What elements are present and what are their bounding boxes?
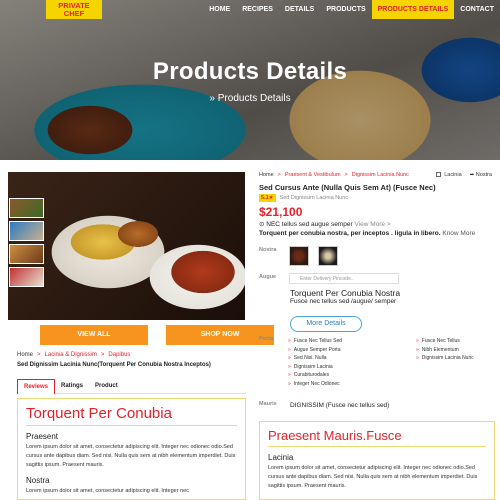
crumb-home[interactable]: Home bbox=[259, 172, 274, 178]
nav-products-details[interactable]: PRODUCTS DETAILS bbox=[371, 0, 455, 19]
nav-recipes[interactable]: RECIPES bbox=[236, 0, 279, 19]
thumbnail-3[interactable] bbox=[9, 244, 44, 264]
nav-links: HOME RECIPES DETAILS PRODUCTS PRODUCTS D… bbox=[203, 0, 500, 19]
thumbnail-1[interactable] bbox=[9, 198, 44, 218]
tab-reviews[interactable]: Reviews bbox=[17, 378, 56, 394]
crumb-separator: > bbox=[277, 172, 281, 178]
tagline-text: Torquent per conubia nostra, per incepto… bbox=[259, 230, 441, 237]
product-description: Fusce nec tellus sed /augue/ semper bbox=[290, 298, 397, 305]
details-subheading: Lacinia bbox=[268, 453, 294, 462]
features-list-1: » Fusce Nec Tellus Sed » Augue Semper Port… bbox=[288, 337, 342, 388]
nostra-share[interactable]: ➦ Nostra bbox=[470, 172, 492, 178]
nav-contact[interactable]: CONTACT bbox=[454, 0, 500, 19]
mauris-label: Mauris bbox=[259, 401, 277, 407]
crumb-home[interactable]: Home bbox=[17, 352, 33, 358]
feature-item: » Fusce Nec Tellus bbox=[416, 338, 460, 344]
product-title: Sed Cursus Ante (Nulla Quis Sem At) (Fus… bbox=[259, 183, 436, 192]
feature-item: » Augue Semper Porta bbox=[288, 346, 341, 353]
review-text-1: Lorem ipsum dolor sit amet, consectetur … bbox=[26, 444, 236, 468]
nostra-label: Nostra bbox=[475, 172, 492, 178]
nav-home[interactable]: HOME bbox=[203, 0, 236, 19]
shop-now-button[interactable]: SHOP NOW bbox=[166, 325, 274, 345]
feature-item: » Fusce Nec Tellus Sed bbox=[288, 338, 343, 344]
thumbnail-2[interactable] bbox=[9, 221, 44, 241]
feature-item: » Integer Nec Odionec bbox=[288, 380, 340, 387]
checkbox-icon bbox=[436, 172, 442, 178]
option-swatch-1[interactable] bbox=[289, 246, 309, 266]
product-price: $21,100 bbox=[259, 205, 303, 219]
review-heading: Torquent Per Conubia bbox=[26, 405, 237, 426]
thumbnail-list bbox=[9, 198, 47, 290]
logo-line2: CHEF bbox=[63, 8, 85, 18]
crumb-lacinia[interactable]: Lacinia & Dignissim bbox=[45, 352, 97, 358]
review-subheading-2: Nostra bbox=[26, 476, 50, 485]
hero-banner: Products Details » Products Details bbox=[0, 0, 500, 160]
features-list-2: » Fusce Nec Tellus » Nibh Elementum » Digni… bbox=[416, 337, 474, 363]
thumbnail-4[interactable] bbox=[9, 267, 44, 287]
left-breadcrumb: Home > Lacinia & Dignissim > Dapibus bbox=[17, 352, 130, 358]
view-all-button[interactable]: VIEW ALL bbox=[40, 325, 148, 345]
crumb-dapibus[interactable]: Dapibus bbox=[108, 352, 130, 358]
product-meta-actions: Lacinia ➦ Nostra bbox=[436, 172, 492, 178]
rating-label: Sed Dignissim Lacinia Nunc bbox=[279, 195, 349, 201]
feature-item: » Curabiturodales bbox=[288, 372, 330, 378]
review-card: Torquent Per Conubia Praesent Lorem ipsu… bbox=[17, 398, 246, 500]
tab-product[interactable]: Product bbox=[89, 379, 124, 394]
feature-item: » Dignissim Lacinia Nunc bbox=[416, 355, 474, 361]
crumb-separator: > bbox=[344, 172, 348, 178]
tab-ratings[interactable]: Ratings bbox=[55, 379, 89, 394]
rating-row: 5.1★ Sed Dignissim Lacinia Nunc bbox=[259, 194, 349, 202]
hero-title: Products Details bbox=[152, 58, 348, 85]
action-buttons: VIEW ALL SHOP NOW bbox=[40, 325, 274, 345]
right-breadcrumb: Home > Praesent & Vestibulum > Dignissim Lac… bbox=[259, 172, 409, 178]
details-text: Lorem ipsum dolor sit amet, consectetur … bbox=[268, 465, 478, 489]
feature-item: » Nibh Elementum bbox=[416, 346, 459, 353]
info-row: ⊙ NEC tellus sed augue semper View More … bbox=[259, 220, 391, 228]
rating-badge: 5.1★ bbox=[259, 194, 276, 202]
crumb-dignissim[interactable]: Dignissim Lacinia Nunc bbox=[352, 172, 409, 178]
option-swatch-2[interactable] bbox=[318, 246, 338, 266]
hero-breadcrumb: » Products Details bbox=[209, 93, 291, 104]
crumb-separator: > bbox=[37, 352, 41, 358]
details-card: Praesent Mauris.Fusce Lacinia Lorem ipsu… bbox=[259, 421, 495, 500]
mauris-text: DIGNISSIM (Fusce nec tellus sed) bbox=[290, 402, 390, 409]
crumb-praesent[interactable]: Praesent & Vestibulum bbox=[285, 172, 341, 178]
lacinia-toggle[interactable]: Lacinia bbox=[436, 172, 462, 178]
review-subheading-1: Praesent bbox=[26, 432, 59, 441]
tagline-row: Torquent per conubia nostra, per incepto… bbox=[259, 230, 475, 237]
page: Products Details » Products Details PRIV… bbox=[0, 0, 500, 500]
porta-label: Porta bbox=[259, 336, 274, 342]
nostra-label: Nostra bbox=[259, 247, 277, 253]
feature-item: » Dignissim Lacinia bbox=[288, 363, 333, 370]
crumb-separator: > bbox=[100, 352, 105, 358]
top-nav: PRIVATE CHEF HOME RECIPES DETAILS PRODUC… bbox=[0, 0, 500, 19]
lacinia-label: Lacinia bbox=[444, 172, 462, 178]
pincode-input[interactable]: Enter Delivery Pincode.. bbox=[289, 273, 399, 284]
know-more-link[interactable]: Know More bbox=[442, 230, 475, 237]
nav-details[interactable]: DETAILS bbox=[279, 0, 320, 19]
view-more-link[interactable]: View More > bbox=[354, 221, 390, 228]
nav-products[interactable]: PRODUCTS bbox=[320, 0, 371, 19]
feature-item: » Sed Nisi. Nulla bbox=[288, 355, 327, 361]
info-text: NEC tellus sed augue semper bbox=[266, 221, 353, 228]
logo[interactable]: PRIVATE CHEF bbox=[46, 0, 102, 19]
review-text-2: Lorem ipsum dolor sit amet, consectetur … bbox=[26, 488, 189, 494]
augue-label: Augue bbox=[259, 274, 277, 280]
product-tabs: Reviews Ratings Product bbox=[17, 378, 246, 394]
details-heading: Praesent Mauris.Fusce bbox=[268, 428, 486, 447]
more-details-button[interactable]: More Details bbox=[290, 316, 362, 332]
product-subtitle: Sed Dignissim Lacinia Nunc(Torquent Per … bbox=[17, 362, 211, 368]
product-subtitle-right: Torquent Per Conubia Nostra bbox=[290, 288, 401, 298]
